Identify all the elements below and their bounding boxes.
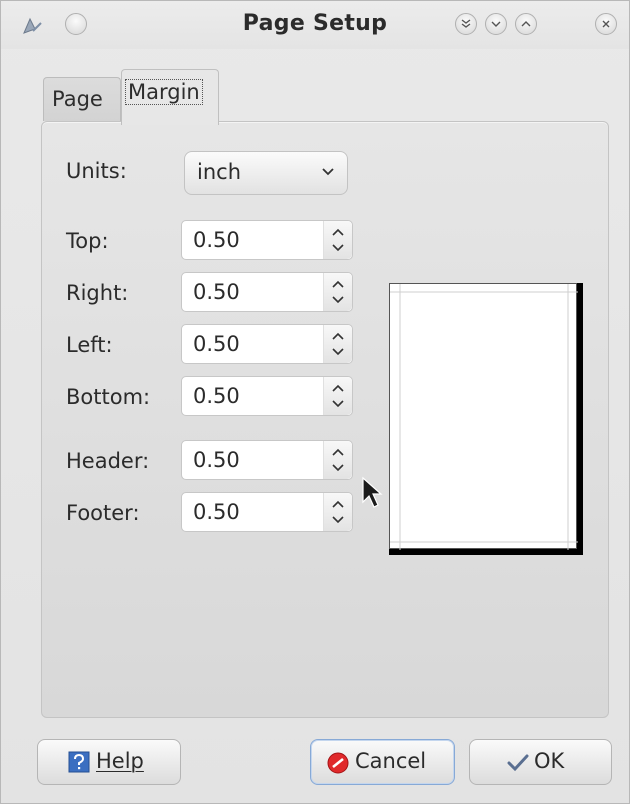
chevron-down-icon: [322, 168, 334, 176]
chevron-up-icon: [521, 21, 531, 27]
step-down-icon[interactable]: [331, 347, 345, 357]
right-margin-value: 0.50: [193, 280, 240, 304]
step-up-icon[interactable]: [331, 499, 345, 509]
tab-page[interactable]: Page: [43, 77, 121, 121]
title-bar[interactable]: Page Setup: [1, 1, 629, 49]
ok-button-label: OK: [534, 749, 565, 773]
left-margin-value: 0.50: [193, 332, 240, 356]
tab-margin[interactable]: Margin: [121, 69, 219, 125]
step-up-icon[interactable]: [331, 227, 345, 237]
header-label: Header:: [66, 449, 150, 473]
bottom-label: Bottom:: [66, 385, 151, 409]
header-margin-value: 0.50: [193, 448, 240, 472]
step-down-icon[interactable]: [331, 243, 345, 253]
units-value: inch: [197, 160, 241, 184]
preview-sheet: [389, 283, 578, 550]
help-button-label: Help: [96, 749, 144, 773]
step-up-icon[interactable]: [331, 279, 345, 289]
left-label: Left:: [66, 333, 113, 357]
footer-margin-spinbox[interactable]: 0.50: [181, 492, 353, 532]
step-down-icon[interactable]: [331, 399, 345, 409]
maximize-button[interactable]: [515, 13, 537, 35]
top-margin-value: 0.50: [193, 228, 240, 252]
right-margin-spinbox[interactable]: 0.50: [181, 272, 353, 312]
header-margin-stepper[interactable]: [323, 441, 352, 479]
chevron-down-icon: [491, 21, 501, 27]
cancel-icon: [327, 752, 349, 774]
step-down-icon[interactable]: [331, 515, 345, 525]
margin-guides: [390, 284, 578, 550]
mouse-cursor-icon: [362, 476, 383, 508]
step-up-icon[interactable]: [331, 447, 345, 457]
bottom-margin-spinbox[interactable]: 0.50: [181, 376, 353, 416]
top-margin-spinbox[interactable]: 0.50: [181, 220, 353, 260]
help-icon: [68, 751, 90, 773]
footer-margin-value: 0.50: [193, 500, 240, 524]
ok-button[interactable]: OK: [469, 739, 612, 785]
bottom-margin-stepper[interactable]: [323, 377, 352, 415]
units-select[interactable]: inch: [184, 151, 348, 195]
left-margin-spinbox[interactable]: 0.50: [181, 324, 353, 364]
tab-margin-label: Margin: [125, 79, 203, 105]
bottom-margin-value: 0.50: [193, 384, 240, 408]
minimize-button[interactable]: [485, 13, 507, 35]
cancel-button[interactable]: Cancel: [310, 739, 455, 785]
tab-page-label: Page: [52, 87, 103, 111]
step-down-icon[interactable]: [331, 463, 345, 473]
minimize-all-button[interactable]: [455, 13, 477, 35]
header-margin-spinbox[interactable]: 0.50: [181, 440, 353, 480]
top-label: Top:: [66, 229, 109, 253]
double-chevron-down-icon: [461, 19, 471, 28]
footer-label: Footer:: [66, 501, 140, 525]
top-margin-stepper[interactable]: [323, 221, 352, 259]
step-down-icon[interactable]: [331, 295, 345, 305]
step-up-icon[interactable]: [331, 331, 345, 341]
footer-margin-stepper[interactable]: [323, 493, 352, 531]
left-margin-stepper[interactable]: [323, 325, 352, 363]
cancel-button-label: Cancel: [355, 749, 427, 773]
page-setup-dialog: Page Setup Page Margin Units: inch Top: …: [0, 0, 630, 804]
close-button[interactable]: [595, 13, 617, 35]
units-label: Units:: [66, 159, 127, 183]
step-up-icon[interactable]: [331, 383, 345, 393]
right-label: Right:: [66, 281, 129, 305]
right-margin-stepper[interactable]: [323, 273, 352, 311]
check-icon: [507, 754, 529, 772]
help-button[interactable]: Help: [37, 739, 181, 785]
page-preview: [389, 283, 583, 555]
close-icon: [602, 20, 610, 28]
